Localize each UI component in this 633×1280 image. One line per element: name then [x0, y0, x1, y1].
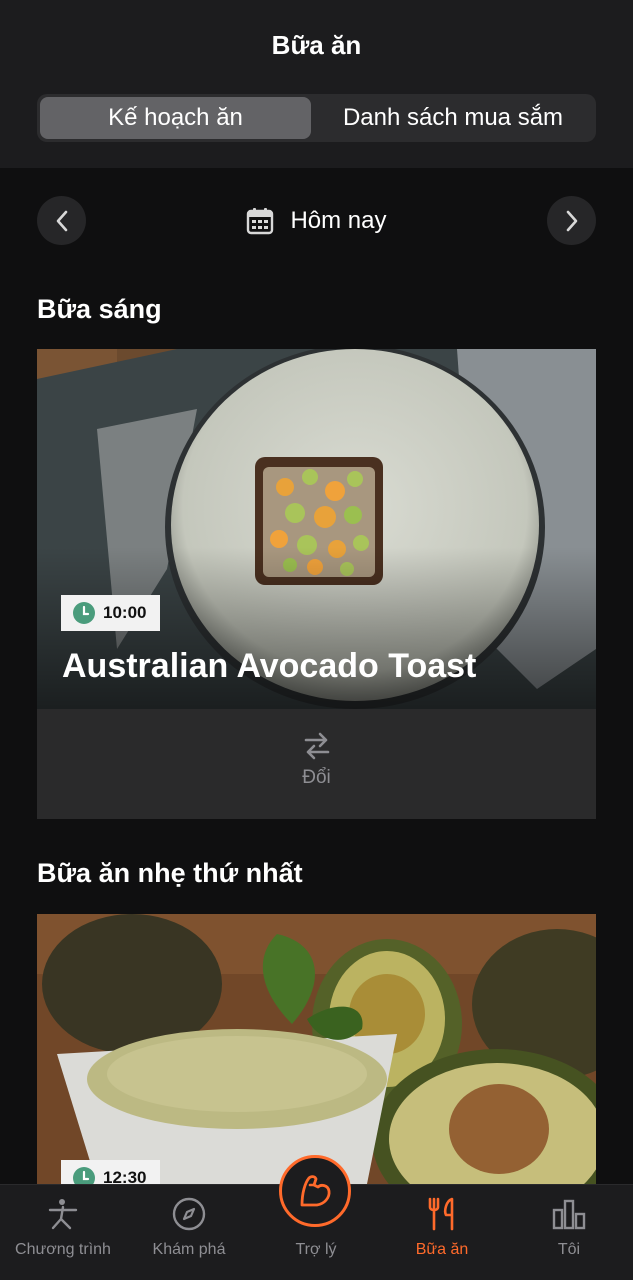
- tab-label: Chương trình: [15, 1241, 111, 1258]
- tab-program[interactable]: Chương trình: [0, 1185, 126, 1280]
- meal-name: Australian Avocado Toast: [62, 647, 477, 685]
- time-badge: 12:30: [61, 1160, 161, 1184]
- tab-me[interactable]: Tôi: [506, 1185, 632, 1280]
- fork-knife-icon: [428, 1197, 454, 1231]
- section-title-breakfast: Bữa sáng: [37, 294, 162, 324]
- assistant-button[interactable]: [279, 1155, 351, 1227]
- segmented-control: Kế hoạch ăn Danh sách mua sắm: [37, 94, 596, 142]
- meal-card-breakfast[interactable]: 10:00 Australian Avocado Toast Đổi: [37, 349, 596, 819]
- tab-label: Bữa ăn: [415, 1241, 469, 1258]
- tab-meal-plan[interactable]: Kế hoạch ăn: [40, 97, 311, 139]
- chevron-right-icon: [566, 210, 577, 231]
- date-label: Hôm nay: [290, 207, 387, 234]
- tab-label: Tôi: [557, 1241, 581, 1258]
- meal-image: [37, 914, 596, 1184]
- muscle-arm-icon: [300, 1175, 331, 1207]
- tab-label: Trợ lý: [295, 1241, 337, 1258]
- clock-icon: [73, 1167, 95, 1184]
- date-selector[interactable]: Hôm nay: [0, 204, 633, 238]
- tab-explore[interactable]: Khám phá: [126, 1185, 252, 1280]
- page-title: Bữa ăn: [271, 30, 362, 60]
- tab-shopping-list[interactable]: Danh sách mua sắm: [313, 97, 593, 139]
- tab-label: Khám phá: [152, 1241, 226, 1258]
- meal-time: 10:00: [103, 603, 147, 622]
- time-badge: 10:00: [61, 595, 161, 631]
- meal-time: 12:30: [103, 1168, 147, 1184]
- header: Bữa ăn Kế hoạch ăn Danh sách mua sắm: [0, 0, 633, 168]
- next-day-button[interactable]: [547, 196, 596, 245]
- meals-screen: Bữa ăn Kế hoạch ăn Danh sách mua sắm Hôm…: [0, 0, 633, 1280]
- bar-chart-icon: [552, 1199, 586, 1230]
- swap-meal-button[interactable]: Đổi: [37, 709, 596, 819]
- tab-meals[interactable]: Bữa ăn: [379, 1185, 505, 1280]
- section-title-first-snack: Bữa ăn nhẹ thứ nhất: [37, 858, 303, 888]
- compass-icon: [172, 1197, 206, 1231]
- calendar-icon: [247, 208, 274, 235]
- meal-card-first-snack[interactable]: 12:30: [37, 914, 596, 1184]
- swap-arrows-icon: [304, 732, 329, 760]
- clock-icon: [73, 602, 95, 624]
- swap-label: Đổi: [302, 767, 331, 788]
- stretch-person-icon: [48, 1199, 78, 1230]
